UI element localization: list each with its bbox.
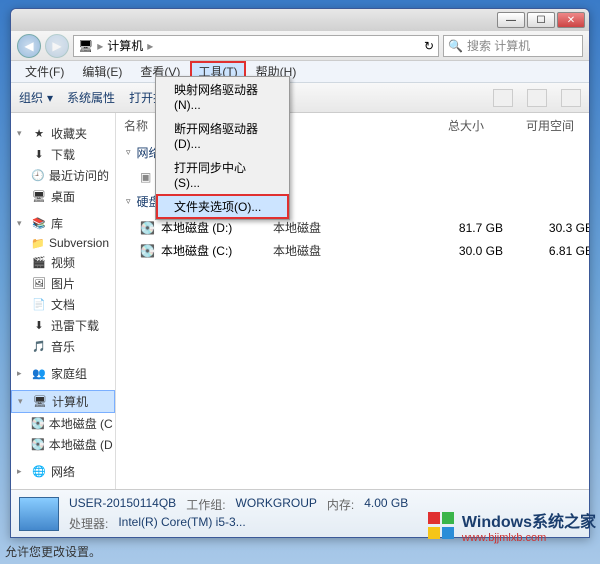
workgroup-value: WORKGROUP xyxy=(236,496,317,513)
minimize-button[interactable]: — xyxy=(497,12,525,28)
titlebar: — ☐ ✕ xyxy=(11,9,589,31)
folder-icon: 📁 xyxy=(31,236,45,250)
sidebar-disk-d[interactable]: 💽本地磁盘 (D xyxy=(11,434,115,455)
computer-icon xyxy=(19,497,59,531)
status-hint: 允许您更改设置。 xyxy=(5,543,101,560)
menu-bar: 文件(F) 编辑(E) 查看(V) 工具(T) 帮助(H) xyxy=(11,61,589,83)
recent-icon: 🕘 xyxy=(31,169,45,183)
view-mode-icon[interactable] xyxy=(493,89,513,107)
tools-dropdown: 映射网络驱动器(N)... 断开网络驱动器(D)... 打开同步中心(S)...… xyxy=(155,76,290,220)
chevron-down-icon: ▾ xyxy=(47,91,53,105)
pc-name: USER-20150114QB xyxy=(69,496,176,513)
preview-pane-icon[interactable] xyxy=(527,89,547,107)
sidebar-network[interactable]: ▸ 🌐 网络 xyxy=(11,461,115,482)
star-icon: ★ xyxy=(31,127,47,141)
sidebar-favorites[interactable]: ▾ ★ 收藏夹 xyxy=(11,123,115,144)
collapse-icon: ▾ xyxy=(17,218,27,229)
menu-folder-options[interactable]: 文件夹选项(O)... xyxy=(156,194,289,219)
sidebar-homegroup[interactable]: ▸ 👥 家庭组 xyxy=(11,363,115,384)
col-total-size[interactable]: 总大小 xyxy=(384,117,484,134)
homegroup-icon: 👥 xyxy=(31,367,47,381)
organize-button[interactable]: 组织 ▾ xyxy=(19,89,53,106)
disk-c-row[interactable]: 💽 本地磁盘 (C:) 本地磁盘 30.0 GB 6.81 GB xyxy=(116,239,589,262)
nav-sidebar: ▾ ★ 收藏夹 ⬇下载 🕘最近访问的 🖥桌面 ▾ 📚 库 📁Subversion… xyxy=(11,113,116,489)
collapse-icon: ▿ xyxy=(126,147,131,158)
refresh-icon[interactable]: ↻ xyxy=(424,39,434,53)
sidebar-recent[interactable]: 🕘最近访问的 xyxy=(11,165,115,186)
col-free-space[interactable]: 可用空间 xyxy=(484,117,574,134)
maximize-button[interactable]: ☐ xyxy=(527,12,555,28)
breadcrumb-location[interactable]: 计算机 xyxy=(107,37,143,54)
video-icon: 🎬 xyxy=(31,256,47,270)
workgroup-label: 工作组: xyxy=(186,496,225,513)
toolbar: 组织 ▾ 系统属性 打开控制面板 xyxy=(11,83,589,113)
sidebar-subversion[interactable]: 📁Subversion xyxy=(11,234,115,252)
watermark-url: www.bjjmlxb.com xyxy=(462,532,596,544)
location-icon: 🖥 xyxy=(78,39,93,53)
sidebar-documents[interactable]: 📄文档 xyxy=(11,294,115,315)
disk-icon: 💽 xyxy=(31,417,45,431)
cpu-value: Intel(R) Core(TM) i5-3... xyxy=(118,515,245,532)
collapse-icon: ▾ xyxy=(17,128,27,139)
collapse-icon: ▾ xyxy=(18,396,28,407)
help-icon[interactable] xyxy=(561,89,581,107)
back-button[interactable]: ◀ xyxy=(17,34,41,58)
nav-bar: ◀ ▶ 🖥 ▸ 计算机 ▸ ↻ 🔍 搜索 计算机 xyxy=(11,31,589,61)
disk-icon: 💽 xyxy=(140,221,155,235)
search-placeholder: 搜索 计算机 xyxy=(467,37,530,54)
breadcrumb-sep-icon: ▸ xyxy=(97,39,103,53)
sidebar-disk-c[interactable]: 💽本地磁盘 (C xyxy=(11,413,115,434)
close-button[interactable]: ✕ xyxy=(557,12,585,28)
computer-icon: 🖥 xyxy=(32,395,48,409)
sidebar-downloads[interactable]: ⬇下载 xyxy=(11,144,115,165)
desktop-icon: 🖥 xyxy=(31,190,47,204)
window-body: ▾ ★ 收藏夹 ⬇下载 🕘最近访问的 🖥桌面 ▾ 📚 库 📁Subversion… xyxy=(11,113,589,489)
collapse-icon: ▿ xyxy=(126,196,131,207)
music-icon: 🎵 xyxy=(31,340,47,354)
windows-logo-icon xyxy=(428,512,456,540)
forward-button[interactable]: ▶ xyxy=(45,34,69,58)
menu-map-drive[interactable]: 映射网络驱动器(N)... xyxy=(156,77,289,116)
download-icon: ⬇ xyxy=(31,148,47,162)
sidebar-videos[interactable]: 🎬视频 xyxy=(11,252,115,273)
menu-sync-center[interactable]: 打开同步中心(S)... xyxy=(156,155,289,194)
search-input[interactable]: 🔍 搜索 计算机 xyxy=(443,35,583,57)
memory-label: 内存: xyxy=(327,496,354,513)
explorer-window: — ☐ ✕ ◀ ▶ 🖥 ▸ 计算机 ▸ ↻ 🔍 搜索 计算机 文件(F) 编辑(… xyxy=(10,8,590,538)
disk-icon: 💽 xyxy=(31,438,45,452)
breadcrumb-sep-icon: ▸ xyxy=(147,39,153,53)
expand-icon: ▸ xyxy=(17,368,27,379)
sidebar-music[interactable]: 🎵音乐 xyxy=(11,336,115,357)
sidebar-pictures[interactable]: 🖼图片 xyxy=(11,273,115,294)
sidebar-desktop[interactable]: 🖥桌面 xyxy=(11,186,115,207)
disk-icon: 💽 xyxy=(140,244,155,258)
library-icon: 📚 xyxy=(31,217,47,231)
sidebar-libraries[interactable]: ▾ 📚 库 xyxy=(11,213,115,234)
search-icon: 🔍 xyxy=(448,39,463,53)
memory-value: 4.00 GB xyxy=(364,496,408,513)
address-bar[interactable]: 🖥 ▸ 计算机 ▸ ↻ xyxy=(73,35,439,57)
cpu-label: 处理器: xyxy=(69,515,108,532)
watermark: Windows系统之家 www.bjjmlxb.com xyxy=(428,508,596,544)
sidebar-computer[interactable]: ▾ 🖥 计算机 xyxy=(11,390,115,413)
sidebar-xunlei[interactable]: ⬇迅雷下载 xyxy=(11,315,115,336)
document-icon: 📄 xyxy=(31,298,47,312)
expand-icon: ▸ xyxy=(17,466,27,477)
system-properties-button[interactable]: 系统属性 xyxy=(67,89,115,106)
watermark-title: Windows系统之家 xyxy=(462,508,596,532)
menu-file[interactable]: 文件(F) xyxy=(17,61,72,82)
network-icon: 🌐 xyxy=(31,465,47,479)
menu-edit[interactable]: 编辑(E) xyxy=(74,61,130,82)
menu-disconnect-drive[interactable]: 断开网络驱动器(D)... xyxy=(156,116,289,155)
download-icon: ⬇ xyxy=(31,319,47,333)
picture-icon: 🖼 xyxy=(31,277,47,291)
